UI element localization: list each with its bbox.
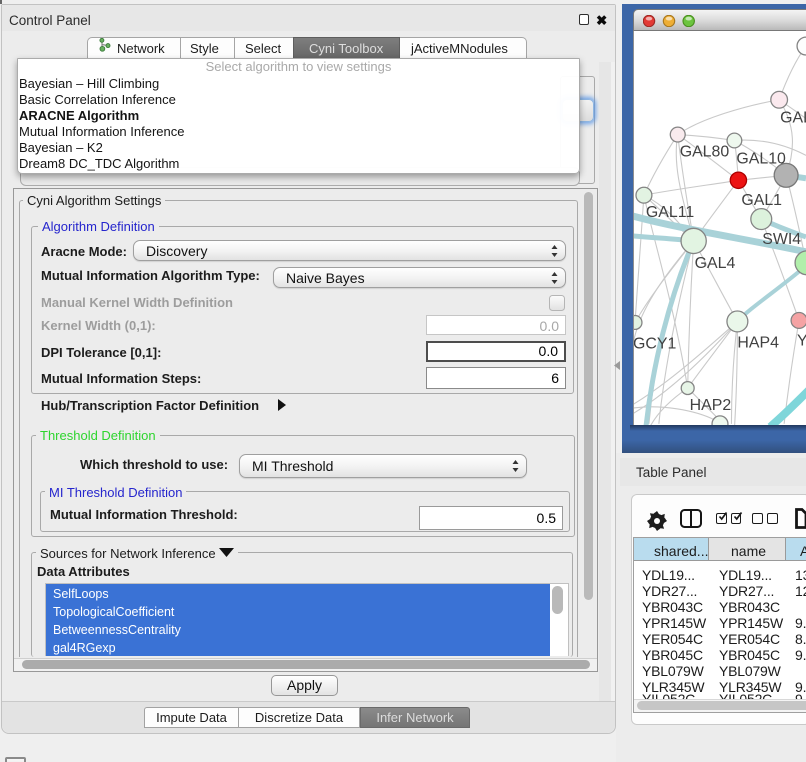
svg-text:GAL: GAL	[780, 110, 806, 127]
svg-text:Y: Y	[797, 332, 806, 349]
svg-text:GAL10: GAL10	[736, 150, 786, 167]
svg-text:HAP2: HAP2	[690, 397, 732, 414]
svg-text:GAL4: GAL4	[695, 255, 736, 272]
svg-text:GAL11: GAL11	[646, 204, 694, 221]
svg-text:GAL1: GAL1	[741, 192, 782, 209]
svg-text:SWI4: SWI4	[762, 231, 801, 248]
svg-text:GAL80: GAL80	[680, 143, 730, 160]
svg-text:HAP4: HAP4	[737, 334, 779, 351]
svg-text:GCY1: GCY1	[633, 335, 676, 352]
